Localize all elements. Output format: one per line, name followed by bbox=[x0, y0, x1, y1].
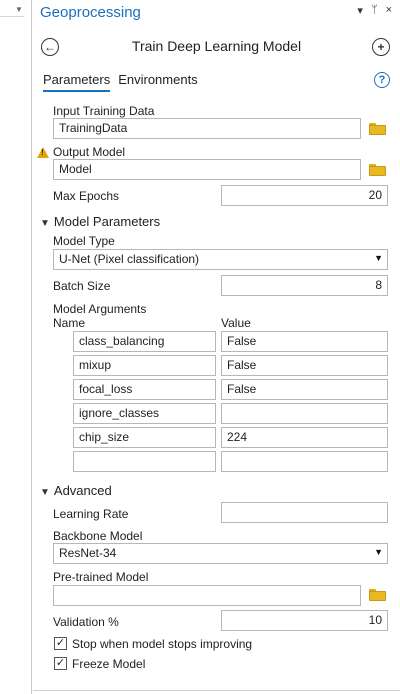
validation-label: Validation % bbox=[53, 615, 119, 629]
input-training-data-field[interactable]: TrainingData bbox=[53, 118, 361, 139]
column-header-value: Value bbox=[221, 316, 251, 330]
left-dock-pane: ▼ bbox=[0, 0, 32, 694]
argument-name-cell[interactable]: class_balancing bbox=[73, 331, 216, 352]
argument-value-cell[interactable]: False bbox=[221, 331, 388, 352]
input-training-data-label: Input Training Data bbox=[53, 104, 155, 118]
add-plus-icon[interactable]: + bbox=[372, 38, 390, 56]
pane-bottom-divider bbox=[33, 690, 400, 691]
warning-icon: ! bbox=[37, 147, 49, 158]
pretrained-model-label: Pre-trained Model bbox=[53, 570, 149, 584]
chevron-down-icon: ▼ bbox=[40, 218, 50, 229]
advanced-section-header[interactable]: ▼ Advanced bbox=[40, 483, 112, 498]
batch-size-label: Batch Size bbox=[53, 279, 111, 293]
help-icon[interactable]: ? bbox=[374, 72, 390, 88]
tool-title: Train Deep Learning Model bbox=[131, 38, 302, 54]
max-epochs-field[interactable]: 20 bbox=[221, 185, 388, 206]
pane-title: Geoprocessing bbox=[40, 4, 141, 21]
backbone-model-value: ResNet-34 bbox=[59, 546, 117, 560]
pane-titlebar: Geoprocessing ▾ ᛘ × bbox=[33, 0, 400, 26]
argument-value-cell[interactable]: False bbox=[221, 379, 388, 400]
output-model-field[interactable]: Model bbox=[53, 159, 361, 180]
chevron-down-icon[interactable]: ▼ bbox=[15, 5, 23, 14]
learning-rate-field[interactable] bbox=[221, 502, 388, 523]
argument-name-cell[interactable]: focal_loss bbox=[73, 379, 216, 400]
validation-field[interactable]: 10 bbox=[221, 610, 388, 631]
tab-parameters[interactable]: Parameters bbox=[43, 72, 111, 92]
column-header-name: Name bbox=[53, 316, 86, 330]
model-type-value: U-Net (Pixel classification) bbox=[59, 252, 200, 266]
pane-options-icon[interactable]: ▾ bbox=[357, 4, 363, 17]
backbone-model-select[interactable]: ResNet-34 ▼ bbox=[53, 543, 388, 564]
argument-name-cell[interactable]: ignore_classes bbox=[73, 403, 216, 424]
folder-browse-icon[interactable] bbox=[369, 164, 386, 176]
freeze-model-label: Freeze Model bbox=[72, 657, 146, 671]
dropdown-arrow-icon: ▼ bbox=[374, 253, 383, 263]
model-parameters-title: Model Parameters bbox=[53, 214, 161, 229]
stop-when-improving-checkbox[interactable]: ✓ bbox=[54, 637, 67, 650]
argument-value-cell[interactable] bbox=[221, 403, 388, 424]
model-type-label: Model Type bbox=[53, 234, 115, 248]
argument-name-cell[interactable]: mixup bbox=[73, 355, 216, 376]
model-type-select[interactable]: U-Net (Pixel classification) ▼ bbox=[53, 249, 388, 270]
argument-value-cell[interactable]: 224 bbox=[221, 427, 388, 448]
folder-browse-icon[interactable] bbox=[369, 123, 386, 135]
learning-rate-label: Learning Rate bbox=[53, 507, 129, 521]
output-model-label: Output Model bbox=[53, 145, 126, 159]
pin-icon[interactable]: ᛘ bbox=[371, 4, 378, 17]
argument-value-cell[interactable]: False bbox=[221, 355, 388, 376]
dropdown-arrow-icon: ▼ bbox=[374, 547, 383, 557]
argument-name-cell[interactable]: chip_size bbox=[73, 427, 216, 448]
advanced-title: Advanced bbox=[53, 483, 112, 498]
backbone-model-label: Backbone Model bbox=[53, 529, 143, 543]
max-epochs-label: Max Epochs bbox=[53, 189, 120, 203]
model-parameters-section-header[interactable]: ▼ Model Parameters bbox=[40, 214, 160, 229]
chevron-down-icon: ▼ bbox=[40, 487, 50, 498]
folder-browse-icon[interactable] bbox=[369, 589, 386, 601]
tab-bar: Parameters Environments bbox=[43, 72, 198, 92]
model-arguments-label: Model Arguments bbox=[53, 302, 147, 316]
argument-value-cell[interactable] bbox=[221, 451, 388, 472]
close-icon[interactable]: × bbox=[386, 4, 392, 17]
pretrained-model-field[interactable] bbox=[53, 585, 361, 606]
batch-size-field[interactable]: 8 bbox=[221, 275, 388, 296]
left-pane-content bbox=[0, 16, 24, 694]
geoprocessing-pane: Geoprocessing ▾ ᛘ × ← Train Deep Learnin… bbox=[33, 0, 400, 694]
stop-when-improving-label: Stop when model stops improving bbox=[72, 637, 253, 651]
argument-name-cell[interactable] bbox=[73, 451, 216, 472]
freeze-model-checkbox[interactable]: ✓ bbox=[54, 657, 67, 670]
tab-environments[interactable]: Environments bbox=[118, 72, 197, 92]
